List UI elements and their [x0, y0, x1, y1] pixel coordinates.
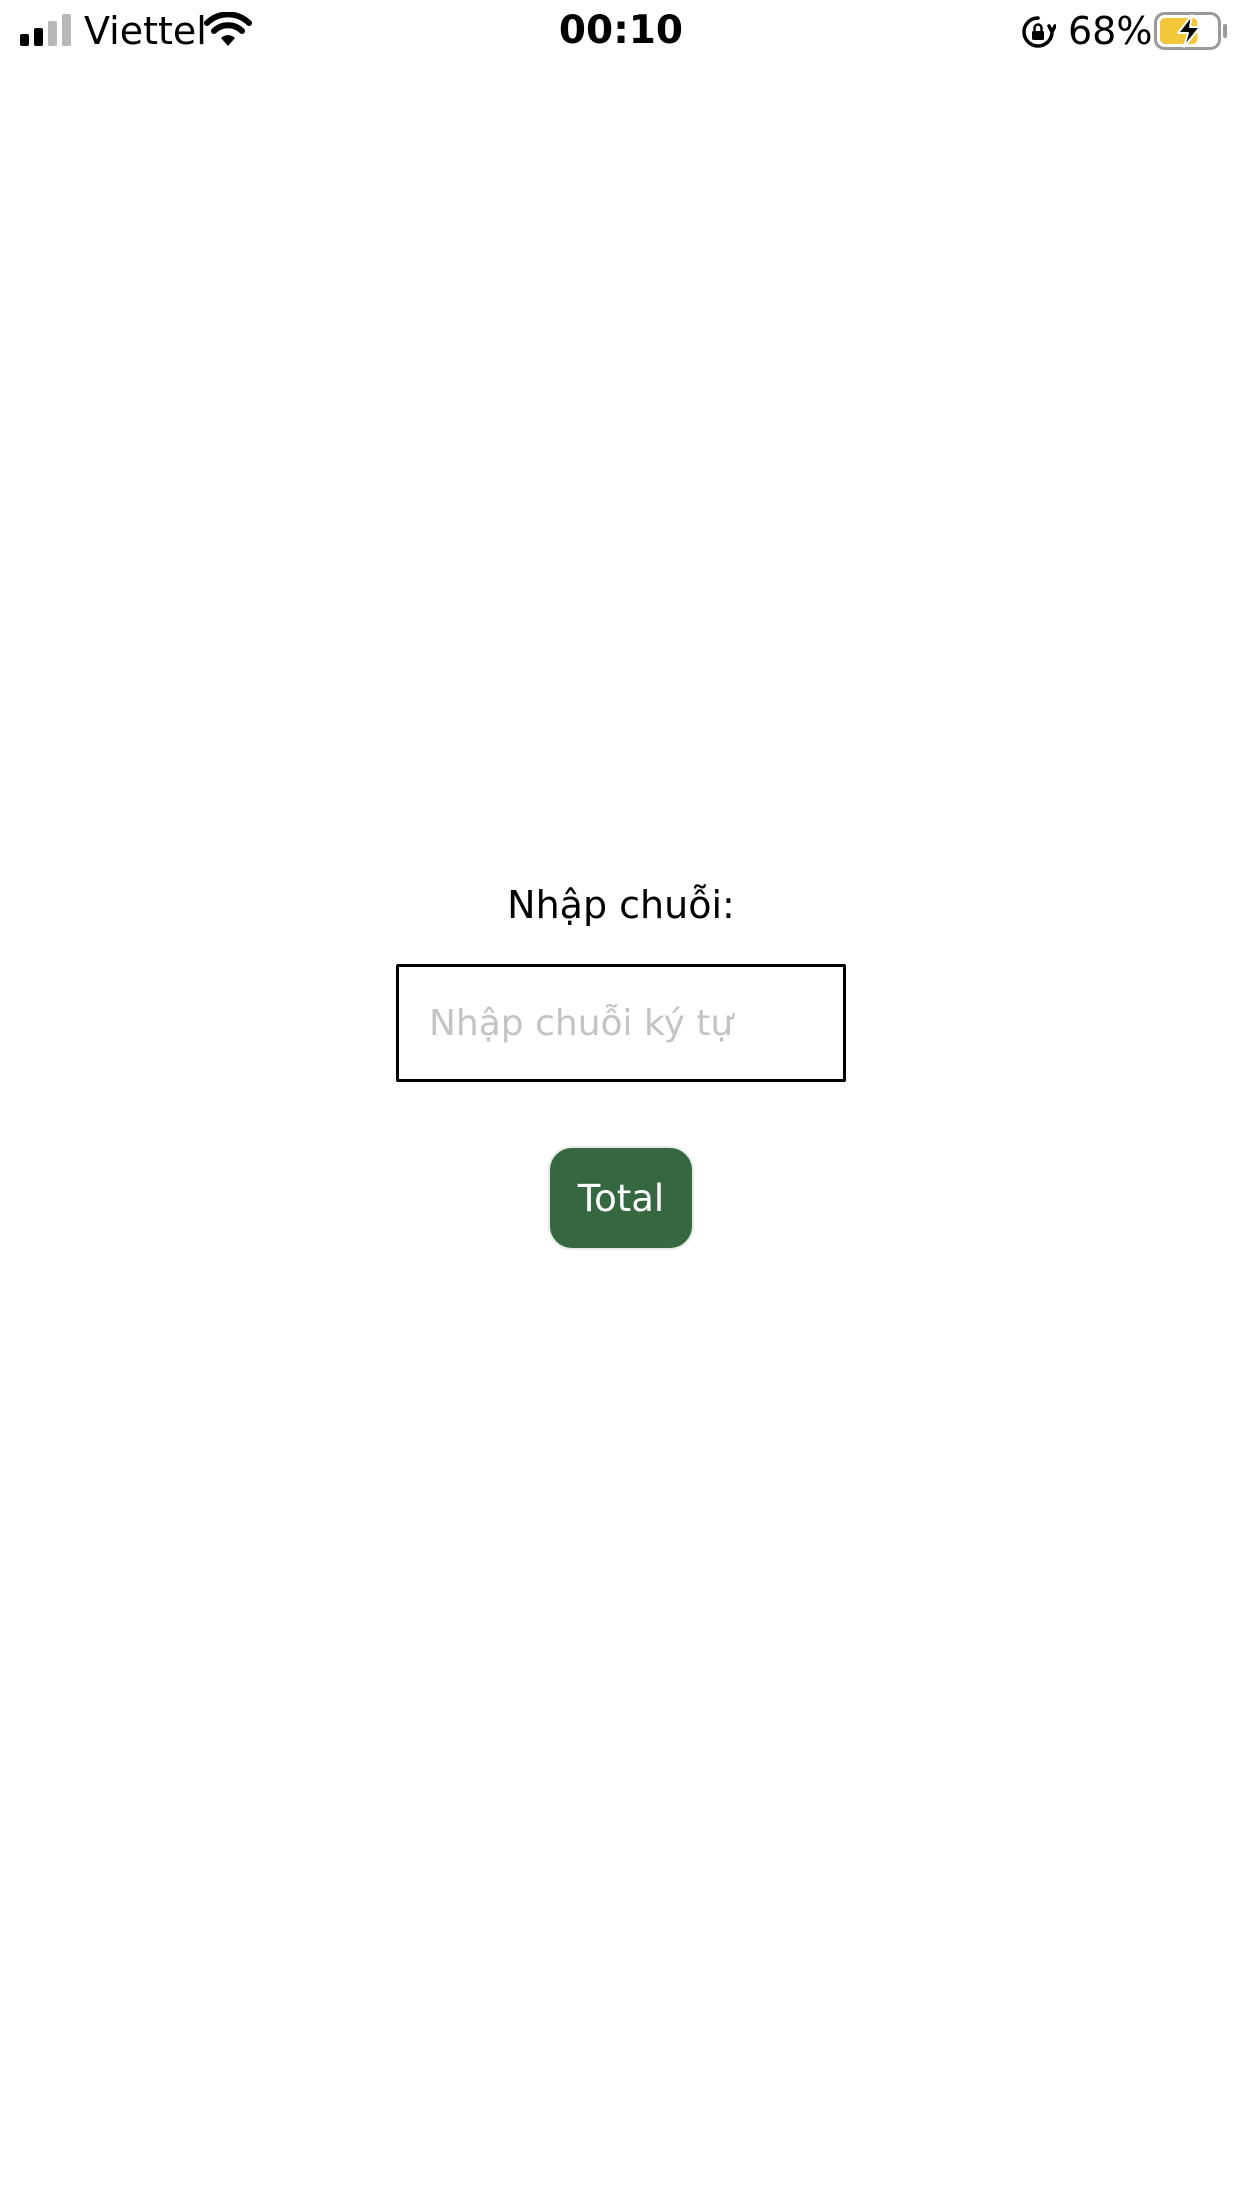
orientation-lock-icon [1022, 16, 1056, 48]
input-label: Nhập chuỗi: [507, 883, 735, 927]
status-bar: Viettel 00:10 68% [0, 0, 1242, 62]
battery-percentage: 68% [1068, 9, 1153, 53]
total-button[interactable]: Total [548, 1146, 694, 1250]
battery-charging-icon [1154, 12, 1227, 50]
string-input[interactable] [396, 964, 846, 1082]
